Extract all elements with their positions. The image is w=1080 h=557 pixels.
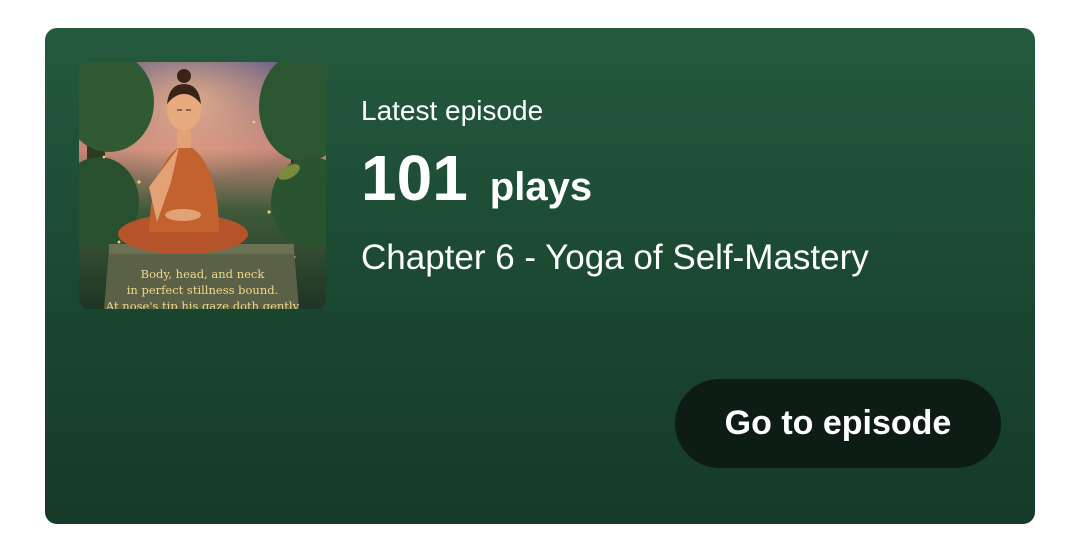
episode-title[interactable]: Chapter 6 - Yoga of Self-Mastery <box>361 237 869 279</box>
plays-count: 101 <box>361 142 468 214</box>
plays-stat: 101 plays <box>361 146 869 219</box>
episode-cover-image[interactable]: Body, head, and neck in perfect stillnes… <box>79 62 326 309</box>
go-to-episode-button[interactable]: Go to episode <box>675 379 1001 468</box>
latest-episode-label: Latest episode <box>361 95 544 126</box>
cover-caption: Body, head, and neck in perfect stillnes… <box>105 267 300 309</box>
episode-info: Latest episode 101 plays Chapter 6 - Yog… <box>361 94 869 279</box>
latest-episode-card: Body, head, and neck in perfect stillnes… <box>45 28 1035 524</box>
plays-unit: plays <box>489 165 593 209</box>
